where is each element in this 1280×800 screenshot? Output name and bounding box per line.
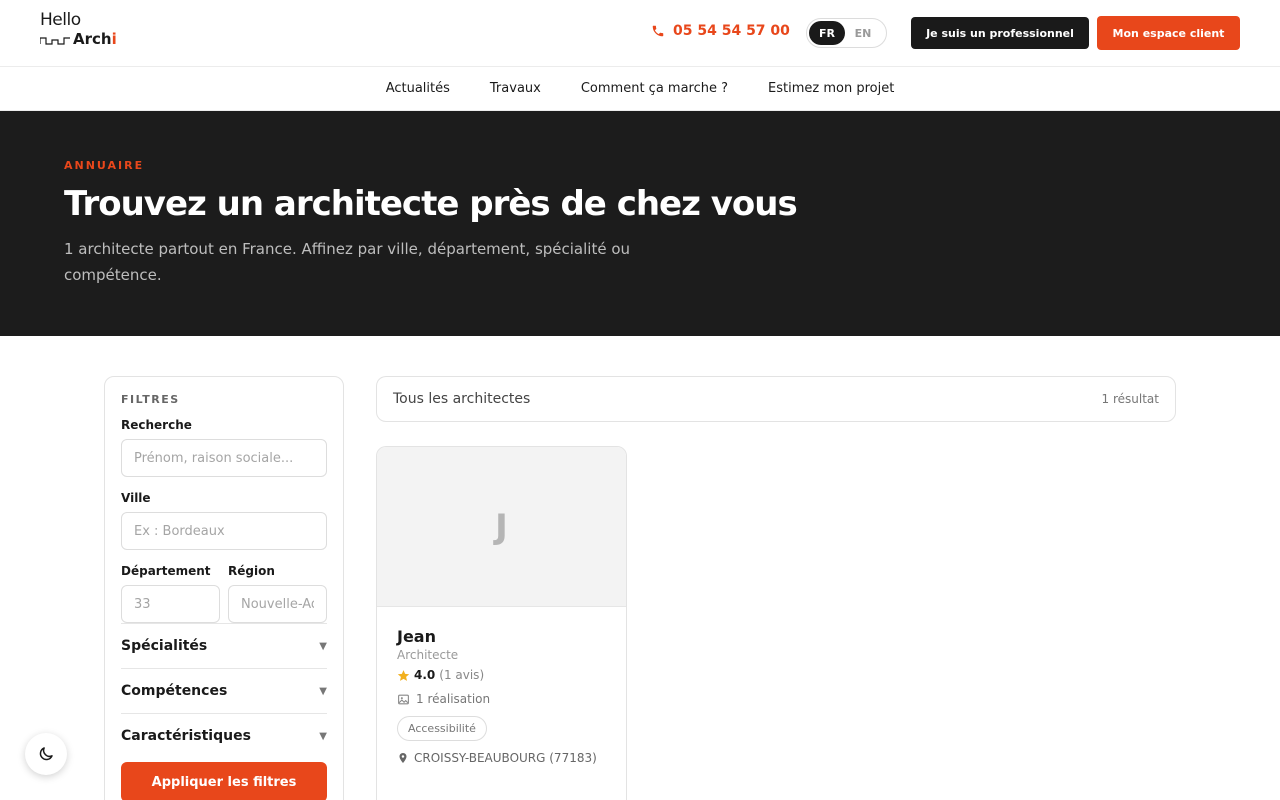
logo-archi-suffix: i: [111, 30, 117, 48]
filter-section-caracteristiques[interactable]: Caractéristiques ▼: [121, 713, 327, 758]
filter-section-specialites[interactable]: Spécialités ▼: [121, 623, 327, 668]
results-count: 1 résultat: [1101, 392, 1159, 406]
star-icon: [397, 669, 410, 681]
logo-wave-icon: [40, 37, 70, 45]
architect-role: Architecte: [397, 648, 459, 662]
nav-item-travaux[interactable]: Travaux: [490, 81, 541, 96]
page-title: Trouvez un architecte près de chez vous: [64, 184, 798, 224]
nav-item-comment-ca-marche[interactable]: Comment ça marche ?: [581, 81, 728, 96]
region-label: Région: [228, 564, 275, 578]
hero-eyebrow: ANNUAIRE: [64, 159, 145, 172]
specialty-tag: Accessibilité: [397, 716, 487, 741]
moon-icon: [39, 747, 53, 761]
filters-panel: FILTRES Recherche Ville Département Régi…: [104, 376, 344, 800]
city-input[interactable]: [121, 512, 327, 550]
hero-section: ANNUAIRE Trouvez un architecte près de c…: [0, 111, 1280, 336]
theme-toggle-button[interactable]: [25, 733, 67, 775]
main-nav: Actualités Travaux Comment ça marche ? E…: [0, 67, 1280, 111]
location-text: CROISSY-BEAUBOURG (77183): [414, 751, 597, 765]
top-header: Hello Archi 05 54 54 57 00 FR EN Je suis…: [0, 0, 1280, 67]
chevron-down-icon: ▼: [319, 730, 327, 742]
realisation-count: 1 réalisation: [397, 692, 606, 706]
results-title: Tous les architectes: [393, 391, 531, 407]
language-switcher: FR EN: [806, 18, 887, 48]
hero-subtitle: 1 architecte partout en France. Affinez …: [64, 240, 631, 284]
filter-section-label: Compétences: [121, 683, 228, 699]
chevron-down-icon: ▼: [319, 685, 327, 697]
department-label: Département: [121, 564, 211, 578]
search-input[interactable]: [121, 439, 327, 477]
search-label: Recherche: [121, 418, 192, 432]
review-count: (1 avis): [439, 668, 485, 682]
map-pin-icon: [399, 753, 407, 763]
logo[interactable]: Hello Archi: [40, 10, 130, 50]
nav-item-actualites[interactable]: Actualités: [386, 81, 450, 96]
chevron-down-icon: ▼: [319, 640, 327, 652]
avatar: J: [377, 447, 626, 607]
city-label: Ville: [121, 491, 151, 505]
realisation-text: 1 réalisation: [416, 692, 491, 706]
architect-card[interactable]: J Jean Architecte 4.0 (1 avis) 1 réalisa…: [376, 446, 627, 800]
architect-location: CROISSY-BEAUBOURG (77183): [397, 751, 606, 765]
card-body: Jean Architecte 4.0 (1 avis) 1 réalisati…: [377, 607, 626, 785]
rating-value: 4.0: [414, 668, 436, 682]
phone-icon: [652, 25, 664, 37]
filter-section-label: Spécialités: [121, 638, 208, 654]
department-column: Département: [121, 550, 220, 623]
logo-archi-prefix: Arch: [73, 30, 112, 48]
architect-rating: 4.0 (1 avis): [397, 668, 606, 682]
filter-section-label: Caractéristiques: [121, 728, 251, 744]
architect-name: Jean: [397, 627, 436, 646]
phone-link[interactable]: 05 54 54 57 00: [651, 23, 790, 39]
results-header: Tous les architectes 1 résultat: [376, 376, 1176, 422]
department-input[interactable]: [121, 585, 220, 623]
professional-button[interactable]: Je suis un professionnel: [911, 17, 1089, 49]
region-input[interactable]: [228, 585, 327, 623]
nav-item-estimez-projet[interactable]: Estimez mon projet: [768, 81, 894, 96]
phone-number: 05 54 54 57 00: [673, 23, 790, 39]
filters-heading: FILTRES: [121, 393, 180, 406]
logo-archi-text: Archi: [73, 30, 117, 48]
apply-filters-button[interactable]: Appliquer les filtres: [121, 762, 327, 800]
image-icon: [398, 694, 409, 704]
client-space-button[interactable]: Mon espace client: [1097, 16, 1240, 50]
region-column: Région: [228, 550, 327, 623]
filter-section-competences[interactable]: Compétences ▼: [121, 668, 327, 713]
logo-hello-text: Hello: [40, 10, 81, 30]
lang-fr-button[interactable]: FR: [809, 21, 845, 45]
department-region-row: Département Région: [121, 550, 327, 623]
lang-en-button[interactable]: EN: [845, 21, 881, 45]
